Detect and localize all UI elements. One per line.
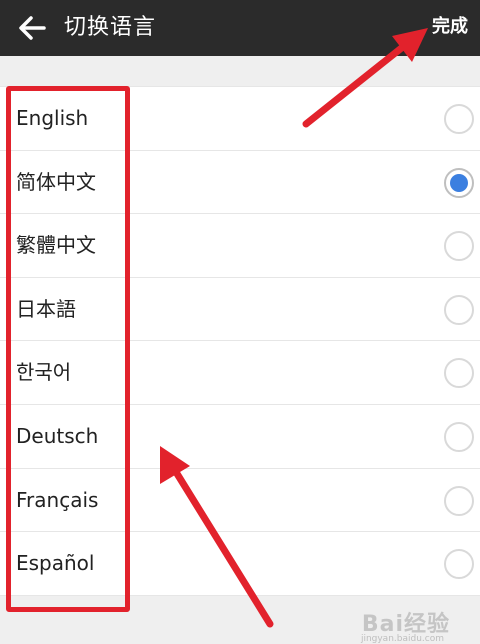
annotation-arrows <box>160 28 428 628</box>
arrowhead-icon <box>160 446 190 484</box>
annotation-arrow <box>172 468 274 628</box>
arrowhead-icon <box>392 28 428 62</box>
annotation-arrow <box>302 42 408 128</box>
screen: 切换语言 完成 English 简体中文 繁體中文 日本語 한국어 Deutsc… <box>0 0 480 644</box>
watermark-url: jingyan.baidu.com <box>360 634 444 644</box>
